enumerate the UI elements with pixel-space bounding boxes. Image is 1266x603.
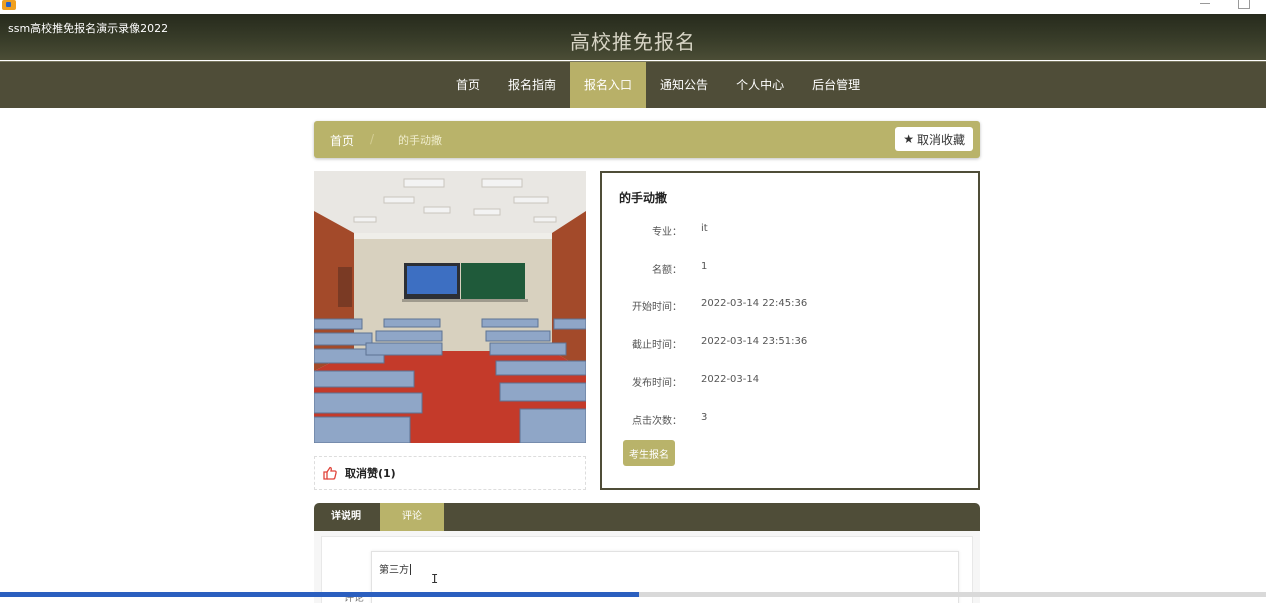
nav-item-home[interactable]: 首页 [442, 62, 494, 108]
tab-description[interactable]: 详说明 [314, 503, 378, 531]
unfavorite-button[interactable]: ★ 取消收藏 [895, 127, 973, 151]
comment-text: 第三方 [379, 565, 409, 576]
breadcrumb: 首页 / 的手动撒 ★ 取消收藏 [314, 121, 980, 158]
nav-item-admin[interactable]: 后台管理 [798, 62, 874, 108]
tabs-section: 详说明 评论 评论 第三方 [314, 503, 980, 603]
maximize-icon[interactable] [1238, 0, 1250, 9]
app-icon [2, 0, 16, 10]
progress-fill [0, 592, 640, 597]
ibeam-cursor-icon: I [431, 572, 439, 586]
breadcrumb-current: 的手动撒 [398, 134, 442, 147]
minimize-icon[interactable] [1200, 0, 1210, 4]
nav-item-notices[interactable]: 通知公告 [646, 62, 722, 108]
star-icon: ★ [903, 132, 914, 146]
field-click-count: 点击次数： 3 [602, 412, 978, 427]
field-label: 名额： [652, 265, 682, 276]
field-value: 3 [701, 412, 708, 423]
field-publish-time: 发布时间： 2022-03-14 [602, 374, 978, 389]
window-title-strip [0, 0, 1266, 14]
field-start-time: 开始时间： 2022-03-14 22:45:36 [602, 298, 978, 313]
like-toggle[interactable]: 取消赞(1) [314, 456, 586, 490]
field-major: 专业： it [602, 223, 978, 238]
field-label: 专业： [652, 227, 682, 238]
field-value: 2022-03-14 [701, 374, 760, 385]
main-nav: 首页 报名指南 报名入口 通知公告 个人中心 后台管理 [0, 61, 1266, 108]
detail-title: 的手动撒 [619, 191, 668, 205]
nav-item-personal-center[interactable]: 个人中心 [722, 62, 798, 108]
field-end-time: 截止时间： 2022-03-14 23:51:36 [602, 336, 978, 351]
site-header: ssm高校推免报名演示录像2022 高校推免报名 [0, 14, 1266, 60]
field-label: 点击次数： [632, 416, 682, 427]
field-value: 1 [701, 261, 708, 272]
tab-comments[interactable]: 评论 [380, 503, 444, 531]
breadcrumb-home-link[interactable]: 首页 [330, 132, 354, 149]
detail-panel: 的手动撒 专业： it 名额： 1 开始时间： 2022-03-14 22:45… [600, 171, 980, 490]
nav-item-guide[interactable]: 报名指南 [494, 62, 570, 108]
field-label: 发布时间： [632, 378, 682, 389]
thumbs-up-icon [323, 466, 337, 480]
field-quota: 名额： 1 [602, 261, 978, 276]
unfavorite-label: 取消收藏 [916, 132, 965, 147]
classroom-photo [314, 171, 586, 443]
field-value: 2022-03-14 23:51:36 [701, 336, 808, 347]
apply-button[interactable]: 考生报名 [623, 440, 675, 466]
text-caret [410, 564, 411, 575]
field-value: 2022-03-14 22:45:36 [701, 298, 808, 309]
nav-item-apply-entry[interactable]: 报名入口 [570, 62, 647, 108]
tabs-bar: 详说明 评论 [314, 503, 980, 531]
field-label: 开始时间： [632, 302, 682, 313]
site-title: 高校推免报名 [570, 30, 696, 54]
field-value: it [701, 223, 708, 234]
breadcrumb-separator: / [370, 132, 375, 146]
playback-progress-bar[interactable] [0, 592, 1266, 597]
like-label: 取消赞(1) [345, 467, 396, 480]
field-label: 截止时间： [632, 340, 682, 351]
